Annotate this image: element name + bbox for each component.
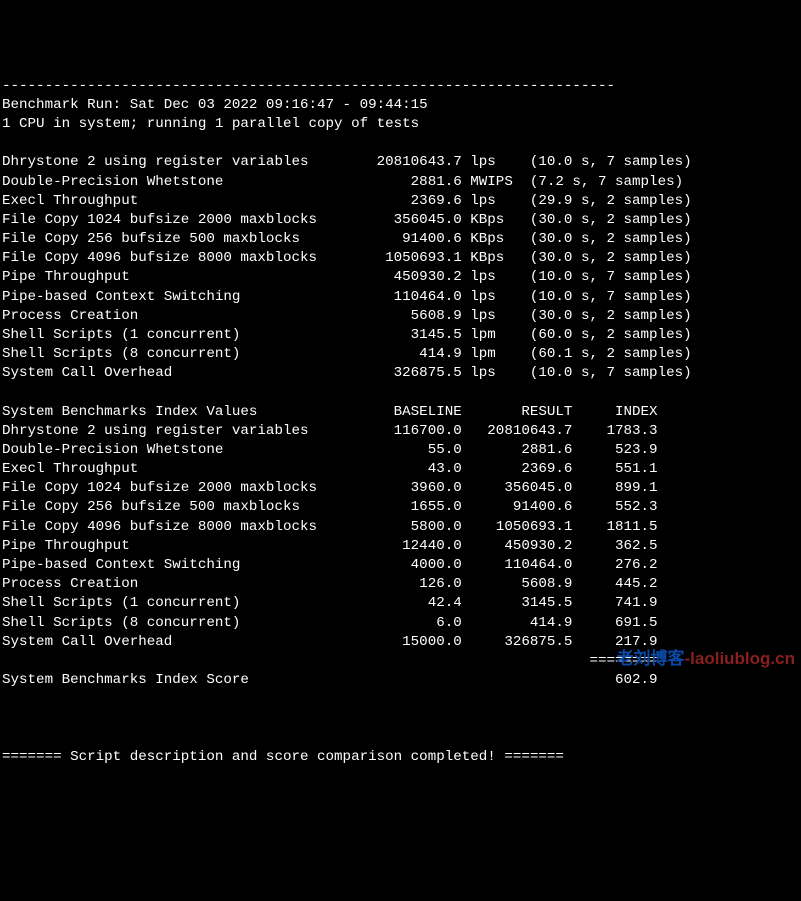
- terminal-line: [2, 690, 799, 709]
- terminal-line: [2, 709, 799, 728]
- terminal-line: [2, 383, 799, 402]
- terminal-line: File Copy 1024 bufsize 2000 maxblocks 39…: [2, 479, 799, 498]
- terminal-line: ======= Script description and score com…: [2, 748, 799, 767]
- terminal-line: File Copy 1024 bufsize 2000 maxblocks 35…: [2, 211, 799, 230]
- terminal-line: Shell Scripts (1 concurrent) 3145.5 lpm …: [2, 326, 799, 345]
- terminal-line: ========: [2, 652, 799, 671]
- terminal-line: Pipe Throughput 450930.2 lps (10.0 s, 7 …: [2, 268, 799, 287]
- terminal-line: Pipe-based Context Switching 110464.0 lp…: [2, 288, 799, 307]
- terminal-line: Dhrystone 2 using register variables 208…: [2, 153, 799, 172]
- terminal-line: 1 CPU in system; running 1 parallel copy…: [2, 115, 799, 134]
- terminal-line: Double-Precision Whetstone 55.0 2881.6 5…: [2, 441, 799, 460]
- terminal-line: File Copy 256 bufsize 500 maxblocks 1655…: [2, 498, 799, 517]
- terminal-line: Pipe-based Context Switching 4000.0 1104…: [2, 556, 799, 575]
- terminal-line: [2, 134, 799, 153]
- terminal-line: System Call Overhead 15000.0 326875.5 21…: [2, 633, 799, 652]
- terminal-line: [2, 729, 799, 748]
- terminal-line: Benchmark Run: Sat Dec 03 2022 09:16:47 …: [2, 96, 799, 115]
- terminal-line: File Copy 256 bufsize 500 maxblocks 9140…: [2, 230, 799, 249]
- terminal-output: ----------------------------------------…: [2, 77, 799, 767]
- terminal-line: Shell Scripts (8 concurrent) 414.9 lpm (…: [2, 345, 799, 364]
- terminal-line: System Benchmarks Index Values BASELINE …: [2, 403, 799, 422]
- terminal-line: File Copy 4096 bufsize 8000 maxblocks 58…: [2, 518, 799, 537]
- terminal-line: Process Creation 126.0 5608.9 445.2: [2, 575, 799, 594]
- terminal-line: Shell Scripts (8 concurrent) 6.0 414.9 6…: [2, 614, 799, 633]
- terminal-line: ----------------------------------------…: [2, 77, 799, 96]
- terminal-line: Dhrystone 2 using register variables 116…: [2, 422, 799, 441]
- terminal-line: System Call Overhead 326875.5 lps (10.0 …: [2, 364, 799, 383]
- terminal-line: Pipe Throughput 12440.0 450930.2 362.5: [2, 537, 799, 556]
- terminal-line: System Benchmarks Index Score 602.9: [2, 671, 799, 690]
- terminal-line: Execl Throughput 2369.6 lps (29.9 s, 2 s…: [2, 192, 799, 211]
- terminal-line: Execl Throughput 43.0 2369.6 551.1: [2, 460, 799, 479]
- terminal-line: Double-Precision Whetstone 2881.6 MWIPS …: [2, 173, 799, 192]
- terminal-line: File Copy 4096 bufsize 8000 maxblocks 10…: [2, 249, 799, 268]
- terminal-line: Process Creation 5608.9 lps (30.0 s, 2 s…: [2, 307, 799, 326]
- terminal-line: Shell Scripts (1 concurrent) 42.4 3145.5…: [2, 594, 799, 613]
